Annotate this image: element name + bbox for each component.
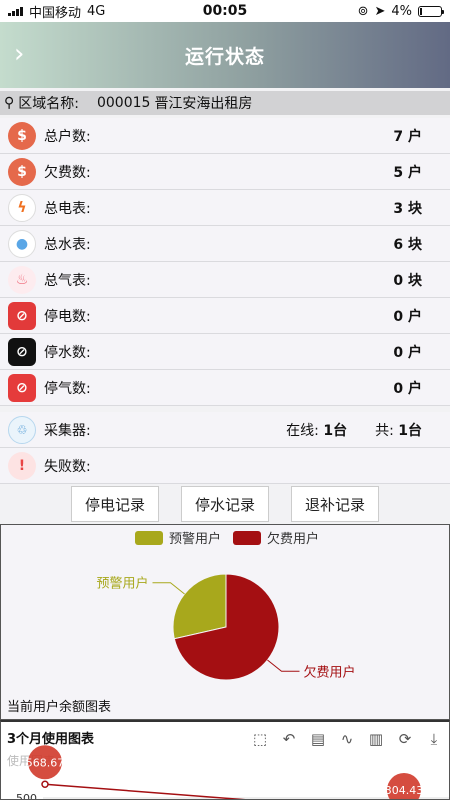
balance-pie-card: 预警用户 欠费用户 预警用户 欠费用户 当前用户余额图表 (0, 524, 450, 720)
pie-slice-label: 预警用户 (96, 576, 148, 592)
area-name: 晋江安海出租房 (154, 96, 253, 112)
stat-label: 停电数: (44, 308, 91, 325)
flame-icon: ♨ (8, 265, 36, 294)
stat-row-power-off: ⊘ 停电数: 0 户 (0, 298, 450, 334)
bolt-icon: ϟ (8, 193, 36, 222)
collector-label: 采集器: (44, 422, 91, 439)
pie-slice-label: 欠费用户 (304, 664, 356, 680)
legend-swatch[interactable] (233, 531, 261, 545)
refund-record-button[interactable]: 退补记录 (291, 486, 379, 522)
failure-row: ! 失败数: (0, 448, 450, 484)
power-off-icon: ⊘ (8, 301, 36, 330)
water-record-button[interactable]: 停水记录 (181, 486, 269, 522)
legend-label[interactable]: 欠费用户 (267, 531, 319, 547)
legend-label[interactable]: 预警用户 (169, 531, 221, 547)
area-row: ⚲ 区域名称: 000015 晋江安海出租房 (0, 91, 450, 115)
network-type: 4G (87, 3, 106, 19)
area-label: 区域名称: (18, 96, 79, 112)
battery-icon (418, 5, 444, 17)
gas-off-icon: ⊘ (8, 373, 36, 402)
carrier-name: 中国移动 (29, 5, 82, 21)
collector-online: 在线: 1台 (286, 422, 348, 439)
stat-row-electric-meters: ϟ 总电表: 3 块 (0, 190, 450, 226)
water-off-icon: ⊘ (8, 337, 36, 366)
stat-label: 总户数: (44, 128, 91, 145)
signal-icon (8, 6, 23, 16)
stat-label: 总气表: (44, 272, 91, 289)
water-drop-icon: ● (8, 229, 36, 258)
location-icon: ➤ (374, 3, 386, 19)
area-code: 000015 (96, 95, 151, 111)
pie-caption: 当前用户余额图表 (7, 700, 112, 715)
record-buttons: 停电记录 停水记录 退补记录 (0, 486, 450, 522)
back-arrow-icon[interactable]: › (14, 40, 24, 68)
data-point[interactable] (41, 780, 49, 789)
location-pin-icon: ⚲ (4, 95, 15, 111)
outage-record-button[interactable]: 停电记录 (71, 486, 159, 522)
battery-percent: 4% (391, 3, 412, 19)
money-bag-icon: $ (8, 157, 36, 186)
status-bar: 中国移动 4G 00:05 ⊚ ➤ 4% (0, 0, 450, 22)
money-bag-icon: $ (8, 121, 36, 150)
y-tick-label: 500 (16, 792, 37, 800)
nav-bar: › 运行状态 (0, 22, 450, 88)
stat-row-arrears: $ 欠费数: 5 户 (0, 154, 450, 190)
stat-row-gas-meters: ♨ 总气表: 0 块 (0, 262, 450, 298)
stat-label: 欠费数: (44, 164, 91, 181)
stat-value: 0 户 (393, 344, 422, 361)
stat-value: 0 户 (393, 380, 422, 397)
alert-icon: ! (8, 451, 36, 480)
data-label: 568.67 (26, 756, 65, 769)
balance-pie-chart: 预警用户 欠费用户预警用户欠费用户 (96, 531, 356, 681)
data-label: 304.43 (385, 784, 424, 797)
usage-chart-card: 3个月使用图表 使用图表 ⬚ ↶ ▤ ∿ ▥ ⟳ ⤓ 500568.67304.… (0, 720, 450, 800)
stat-value: 6 块 (393, 236, 422, 253)
stat-row-gas-off: ⊘ 停气数: 0 户 (0, 370, 450, 406)
rotation-lock-icon: ⊚ (357, 3, 369, 19)
stats-list: $ 总户数: 7 户 $ 欠费数: 5 户 ϟ 总电表: 3 块 ● 总水表: … (0, 118, 450, 484)
stat-row-total-households: $ 总户数: 7 户 (0, 118, 450, 154)
stat-value: 0 块 (393, 272, 422, 289)
pie-leader-line (152, 582, 185, 595)
page-title: 运行状态 (184, 45, 265, 68)
legend-swatch[interactable] (135, 531, 163, 545)
collector-row: ♲ 采集器: 在线: 1台 共: 1台 (0, 412, 450, 448)
stat-label: 总电表: (44, 200, 91, 217)
collector-icon: ♲ (8, 415, 36, 444)
failure-label: 失败数: (44, 458, 91, 475)
stat-label: 总水表: (44, 236, 91, 253)
stat-label: 停气数: (44, 380, 91, 397)
stat-row-water-meters: ● 总水表: 6 块 (0, 226, 450, 262)
stat-row-water-off: ⊘ 停水数: 0 户 (0, 334, 450, 370)
stat-value: 5 户 (393, 164, 422, 181)
stat-label: 停水数: (44, 344, 91, 361)
pie-leader-line (267, 659, 300, 672)
stat-value: 0 户 (393, 308, 422, 325)
collector-total: 共: 1台 (375, 422, 422, 439)
stat-value: 7 户 (393, 128, 422, 145)
usage-line-chart: 500 568.67 304.43 (16, 745, 449, 800)
stat-value: 3 块 (393, 200, 422, 217)
